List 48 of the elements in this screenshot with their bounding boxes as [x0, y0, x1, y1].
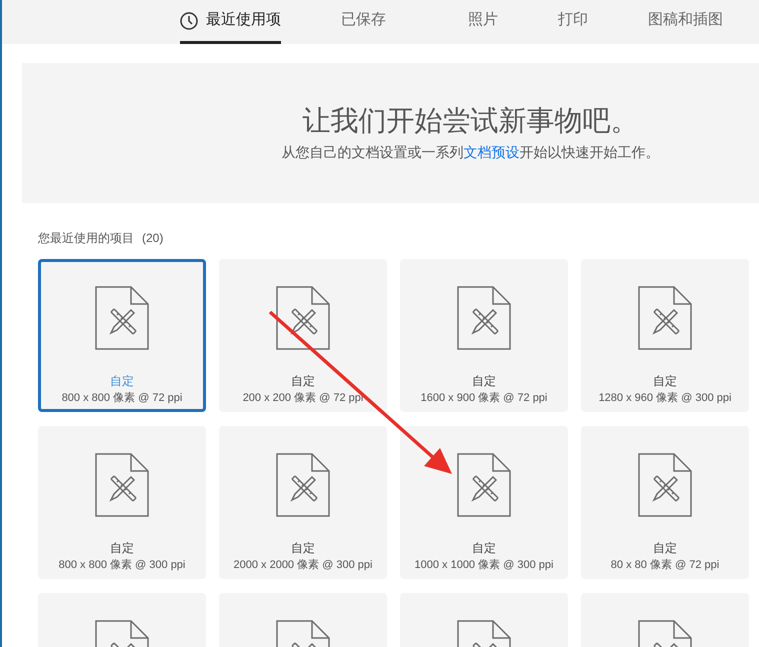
item-count: (20) — [142, 230, 164, 247]
tab-label: 打印 — [558, 10, 588, 30]
preset-card[interactable]: 自定 800 x 800 像素 @ 72 ppi — [38, 259, 206, 412]
preset-card[interactable]: 自定 80 x 80 像素 @ 72 ppi — [581, 426, 749, 579]
tab[interactable]: 照片 — [468, 0, 498, 44]
tab-label: 最近使用项 — [206, 10, 281, 30]
card-title: 自定 — [291, 373, 315, 390]
document-icon — [457, 453, 511, 517]
tab-label: 已保存 — [341, 10, 386, 30]
card-title: 自定 — [291, 540, 315, 557]
document-icon — [638, 286, 692, 350]
document-icon — [276, 453, 330, 517]
presets-link[interactable]: 文档预设 — [464, 144, 520, 160]
card-size: 1600 x 900 像素 @ 72 ppi — [420, 390, 548, 406]
tab[interactable]: 图稿和插图 — [648, 0, 723, 44]
card-title: 自定 — [472, 373, 496, 390]
tab-label: 图稿和插图 — [648, 10, 723, 30]
card-size: 800 x 800 像素 @ 72 ppi — [62, 390, 182, 406]
document-icon — [95, 286, 149, 350]
document-icon — [638, 453, 692, 517]
card-size: 80 x 80 像素 @ 72 ppi — [610, 558, 720, 573]
preset-card[interactable]: 自定 1000 x 1000 像素 @ 300 ppi — [400, 426, 568, 579]
card-title: 自定 — [110, 373, 134, 390]
document-icon — [457, 286, 511, 350]
card-size: 200 x 200 像素 @ 72 ppi — [242, 390, 364, 406]
card-size: 1280 x 960 像素 @ 300 ppi — [598, 390, 732, 406]
card-title: 自定 — [653, 540, 677, 557]
preset-card[interactable]: 自定 200 x 200 像素 @ 72 ppi — [219, 259, 387, 412]
card-title: 自定 — [472, 540, 496, 557]
card-title: 自定 — [653, 373, 677, 390]
card-size: 1000 x 1000 像素 @ 300 ppi — [414, 558, 554, 573]
preset-card[interactable]: 自定 800 x 800 像素 @ 300 ppi — [38, 426, 206, 579]
section-label: 您最近使用的项目 — [38, 230, 134, 247]
hero-subtitle: 从您自己的文档设置或一系列文档预设开始以快速开始工作。 — [282, 143, 660, 162]
clock-icon — [180, 12, 198, 30]
card-size: 2000 x 2000 像素 @ 300 ppi — [234, 558, 372, 573]
tab[interactable]: 最近使用项 — [180, 0, 281, 44]
card-title: 自定 — [110, 540, 134, 557]
preset-card[interactable]: 自定 1280 x 960 像素 @ 300 ppi — [581, 259, 749, 412]
card-size: 800 x 800 像素 @ 300 ppi — [58, 558, 186, 573]
tab-label: 照片 — [468, 10, 498, 30]
hero-title: 让我们开始尝试新事物吧。 — [302, 104, 638, 138]
document-icon — [95, 453, 149, 517]
document-icon — [276, 286, 330, 350]
preset-card[interactable]: 自定 1600 x 900 像素 @ 72 ppi — [400, 259, 568, 412]
tab[interactable]: 已保存 — [341, 0, 386, 44]
preset-card[interactable]: 自定 2000 x 2000 像素 @ 300 ppi — [219, 426, 387, 579]
tab[interactable]: 打印 — [558, 0, 588, 44]
